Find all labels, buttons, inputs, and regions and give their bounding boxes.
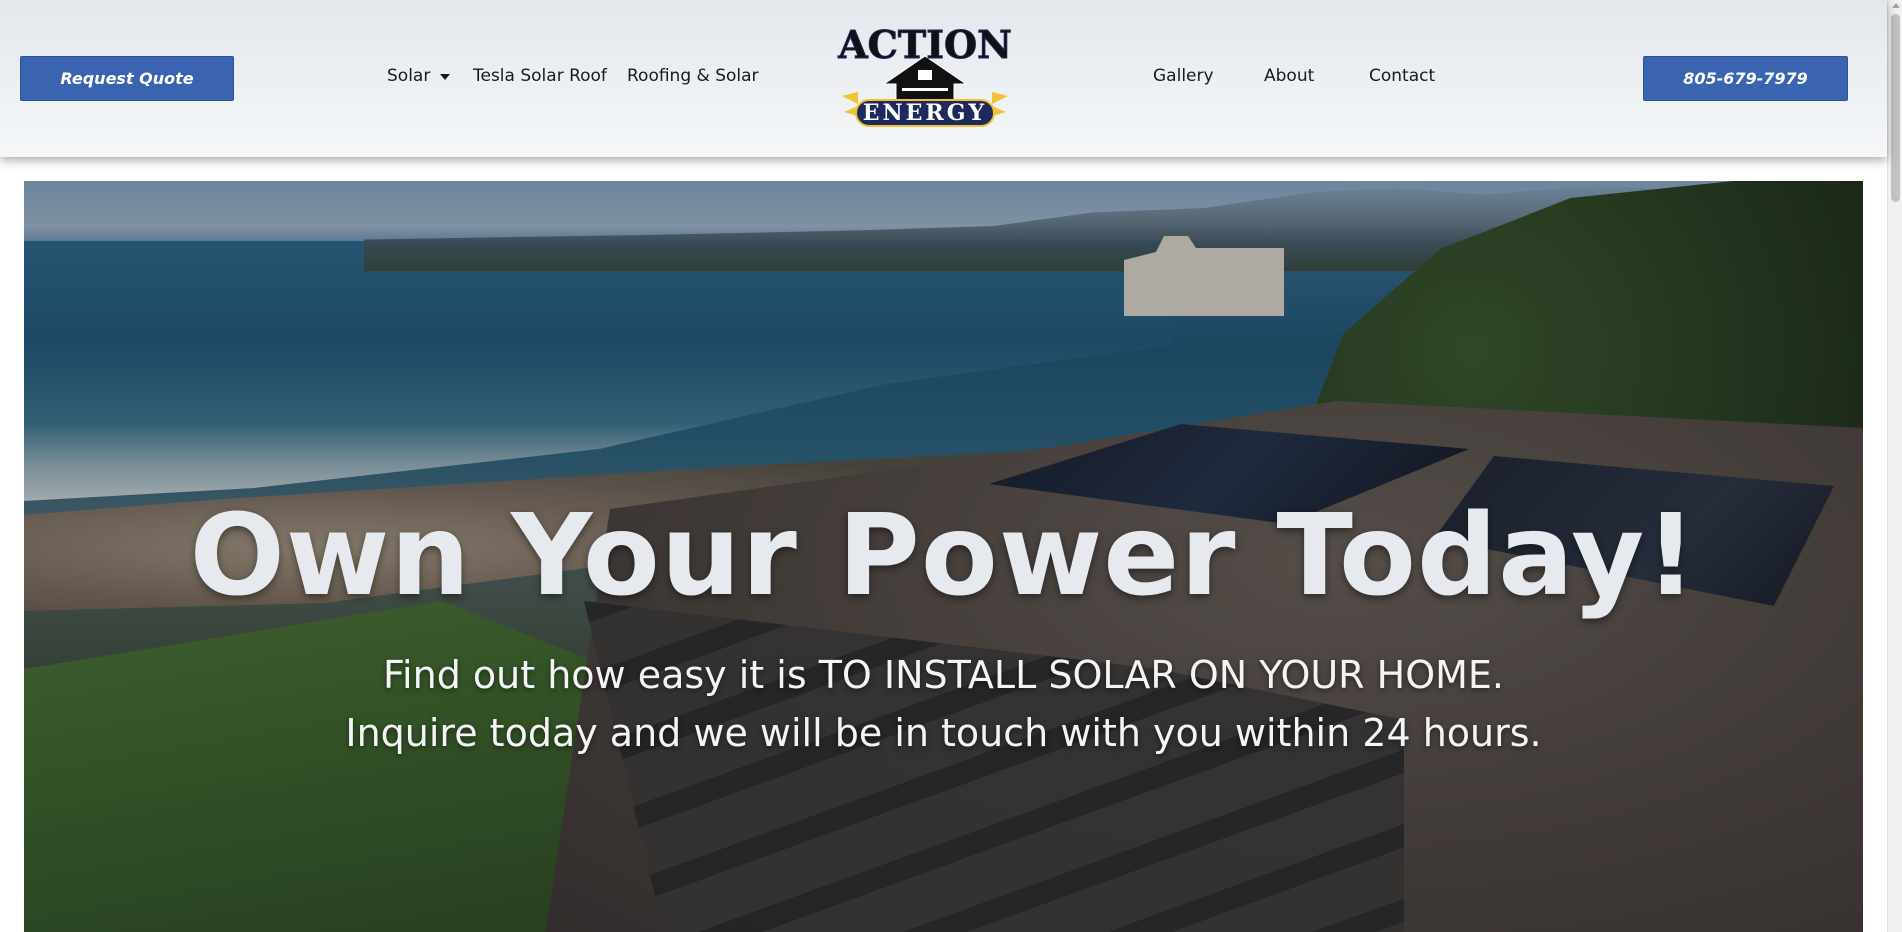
nav-item-tesla-solar-roof[interactable]: Tesla Solar Roof [473,66,607,86]
scrollbar-thumb[interactable] [1891,14,1900,202]
svg-text:ENERGY: ENERGY [863,100,987,126]
nav-item-gallery[interactable]: Gallery [1153,66,1214,86]
vertical-scrollbar[interactable] [1887,0,1902,932]
nav-item-label: Gallery [1153,66,1214,86]
nav-item-label: Roofing & Solar [627,66,759,86]
nav-item-label: Solar [387,66,431,86]
action-energy-logo[interactable]: ACTION ENERGY [836,26,1014,130]
nav-item-contact[interactable]: Contact [1369,66,1435,86]
hero-subtitle-line1: Find out how easy it is TO INSTALL SOLAR… [382,653,1505,697]
request-quote-button[interactable]: Request Quote [20,56,234,101]
nav-item-label: Tesla Solar Roof [473,66,607,86]
site-header: Request Quote Solar Tesla Solar Roof Roo… [0,0,1887,157]
nav-item-label: Contact [1369,66,1436,86]
nav-item-about[interactable]: About [1264,66,1314,86]
svg-text:ACTION: ACTION [837,26,1012,67]
scroll-up-icon[interactable] [1892,3,1900,8]
nav-item-label: About [1264,66,1315,86]
logo-graphic: ACTION ENERGY [837,26,1012,127]
phone-button[interactable]: 805-679-7979 [1643,56,1848,101]
nav-item-roofing-solar[interactable]: Roofing & Solar [627,66,759,86]
hero-banner: Own Your Power Today! Find out how easy … [24,181,1863,932]
nav-item-solar[interactable]: Solar [387,66,451,86]
caret-down-icon [440,74,451,80]
hero-title: Own Your Power Today! [189,491,1698,621]
hero-subtitle-line2: Inquire today and we will be in touch wi… [345,711,1542,755]
